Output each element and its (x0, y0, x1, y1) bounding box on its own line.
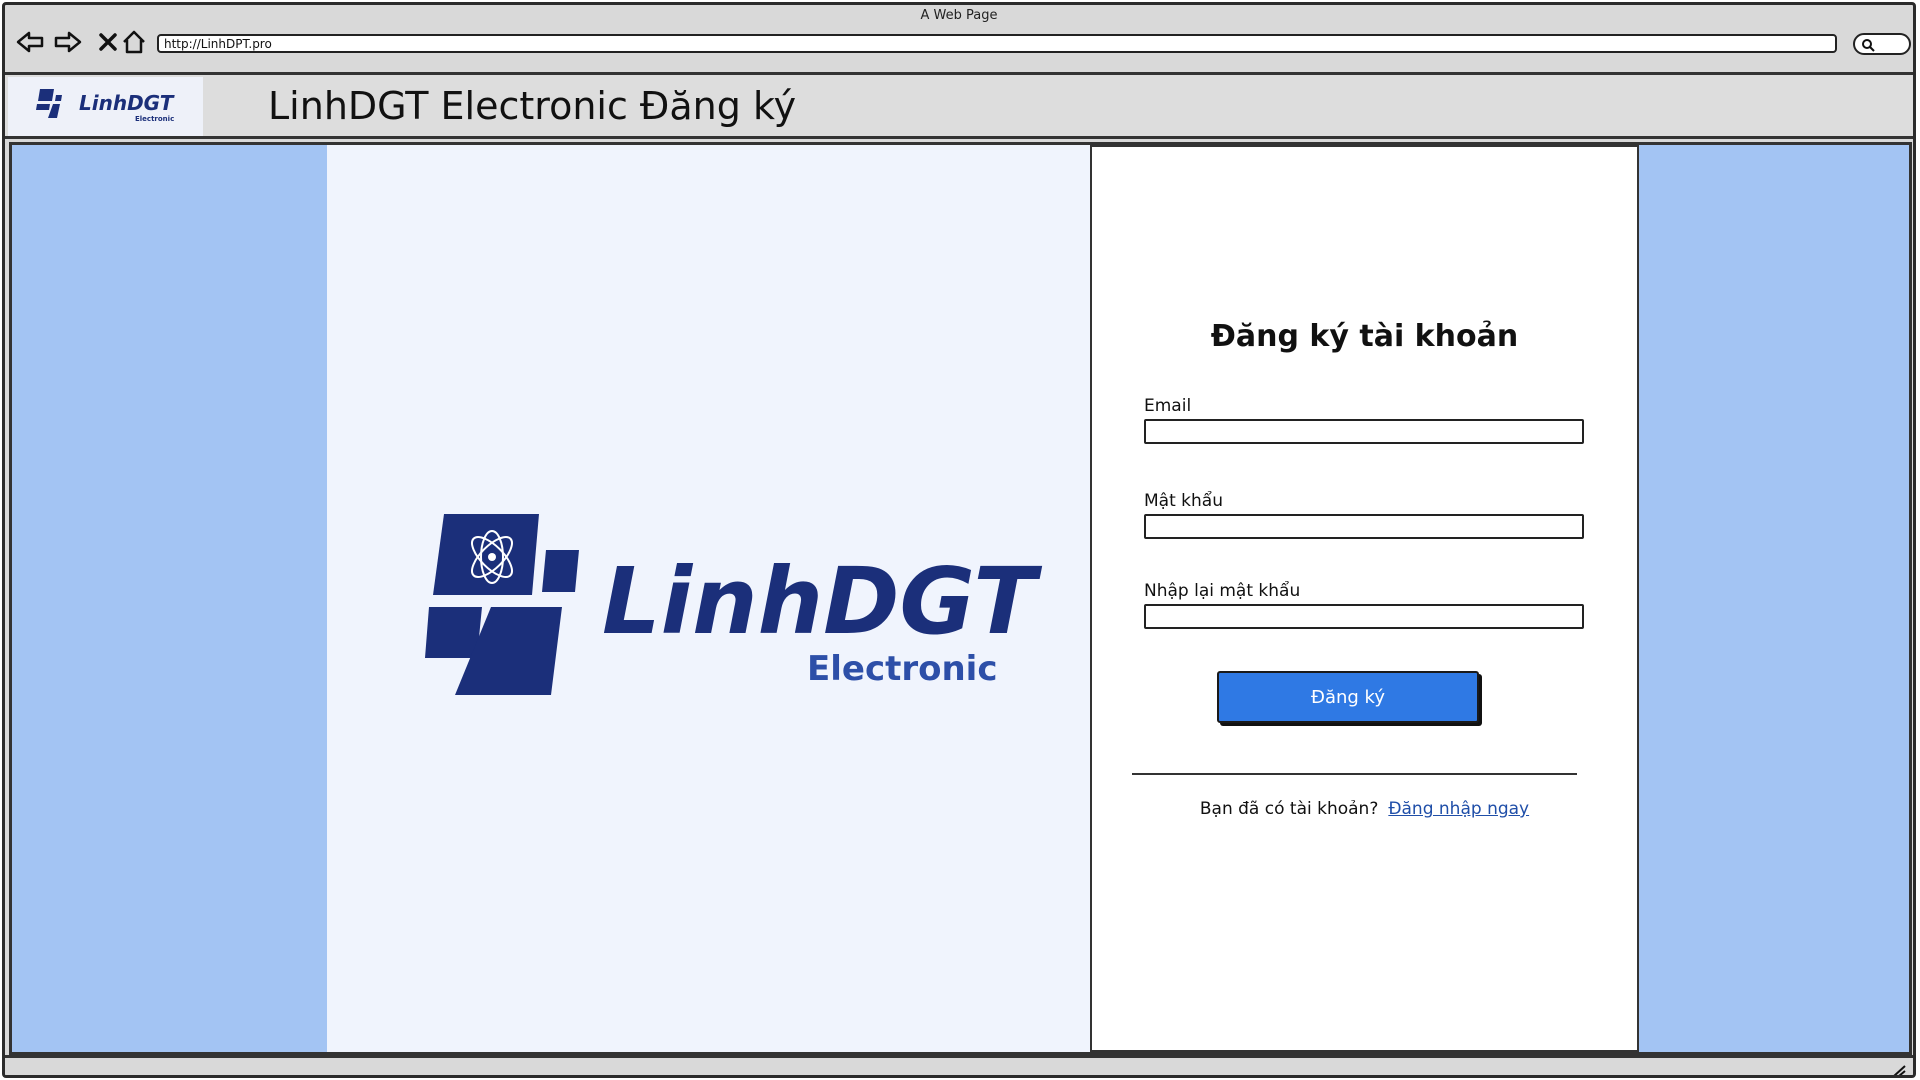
header-logo-sub: Electronic (135, 115, 174, 123)
brand-panel: LinhDGT Electronic (327, 145, 1092, 1052)
main-content: LinhDGT Electronic Đăng ký tài khoản Ema… (9, 142, 1912, 1055)
form-title: Đăng ký tài khoản (1210, 319, 1519, 354)
brand-name: LinhDGT (602, 548, 1042, 655)
resize-grip-icon[interactable] (1891, 1063, 1907, 1077)
brand-sub: Electronic (807, 649, 998, 689)
confirm-password-field[interactable] (1144, 604, 1584, 629)
email-label: Email (1144, 396, 1192, 416)
login-prompt-row: Bạn đã có tài khoản? Đăng nhập ngay (1092, 799, 1637, 819)
logo-mark-icon (36, 89, 62, 118)
divider (1132, 773, 1577, 775)
back-arrow-icon[interactable] (15, 27, 45, 57)
status-bar (5, 1055, 1913, 1077)
home-icon[interactable] (119, 27, 149, 57)
email-field[interactable] (1144, 419, 1584, 444)
login-prompt-text: Bạn đã có tài khoản? (1199, 799, 1379, 819)
search-button[interactable] (1853, 33, 1911, 55)
window-title: A Web Page (920, 8, 998, 23)
forward-arrow-icon[interactable] (53, 27, 83, 57)
address-bar[interactable] (157, 34, 1837, 53)
register-button[interactable]: Đăng ký (1217, 671, 1479, 723)
app-header: LinhDGT Electronic LinhDGT Electronic Đă… (5, 72, 1913, 139)
password-label: Mật khẩu (1144, 491, 1223, 511)
page-title: LinhDGT Electronic Đăng ký (268, 84, 797, 128)
confirm-password-label: Nhập lại mật khẩu (1144, 581, 1301, 601)
password-field[interactable] (1144, 514, 1584, 539)
browser-window: A Web Page LinhDGT Electro (2, 2, 1916, 1078)
search-icon (1862, 39, 1875, 52)
login-link[interactable]: Đăng nhập ngay (1388, 799, 1529, 819)
brand-mark-icon (425, 514, 579, 695)
brand-logo: LinhDGT Electronic (425, 514, 1042, 695)
header-logo-name: LinhDGT (79, 91, 175, 115)
header-logo[interactable]: LinhDGT Electronic (8, 77, 203, 136)
register-form: Đăng ký tài khoản Email Mật khẩu Nhập lạ… (1090, 145, 1639, 1052)
